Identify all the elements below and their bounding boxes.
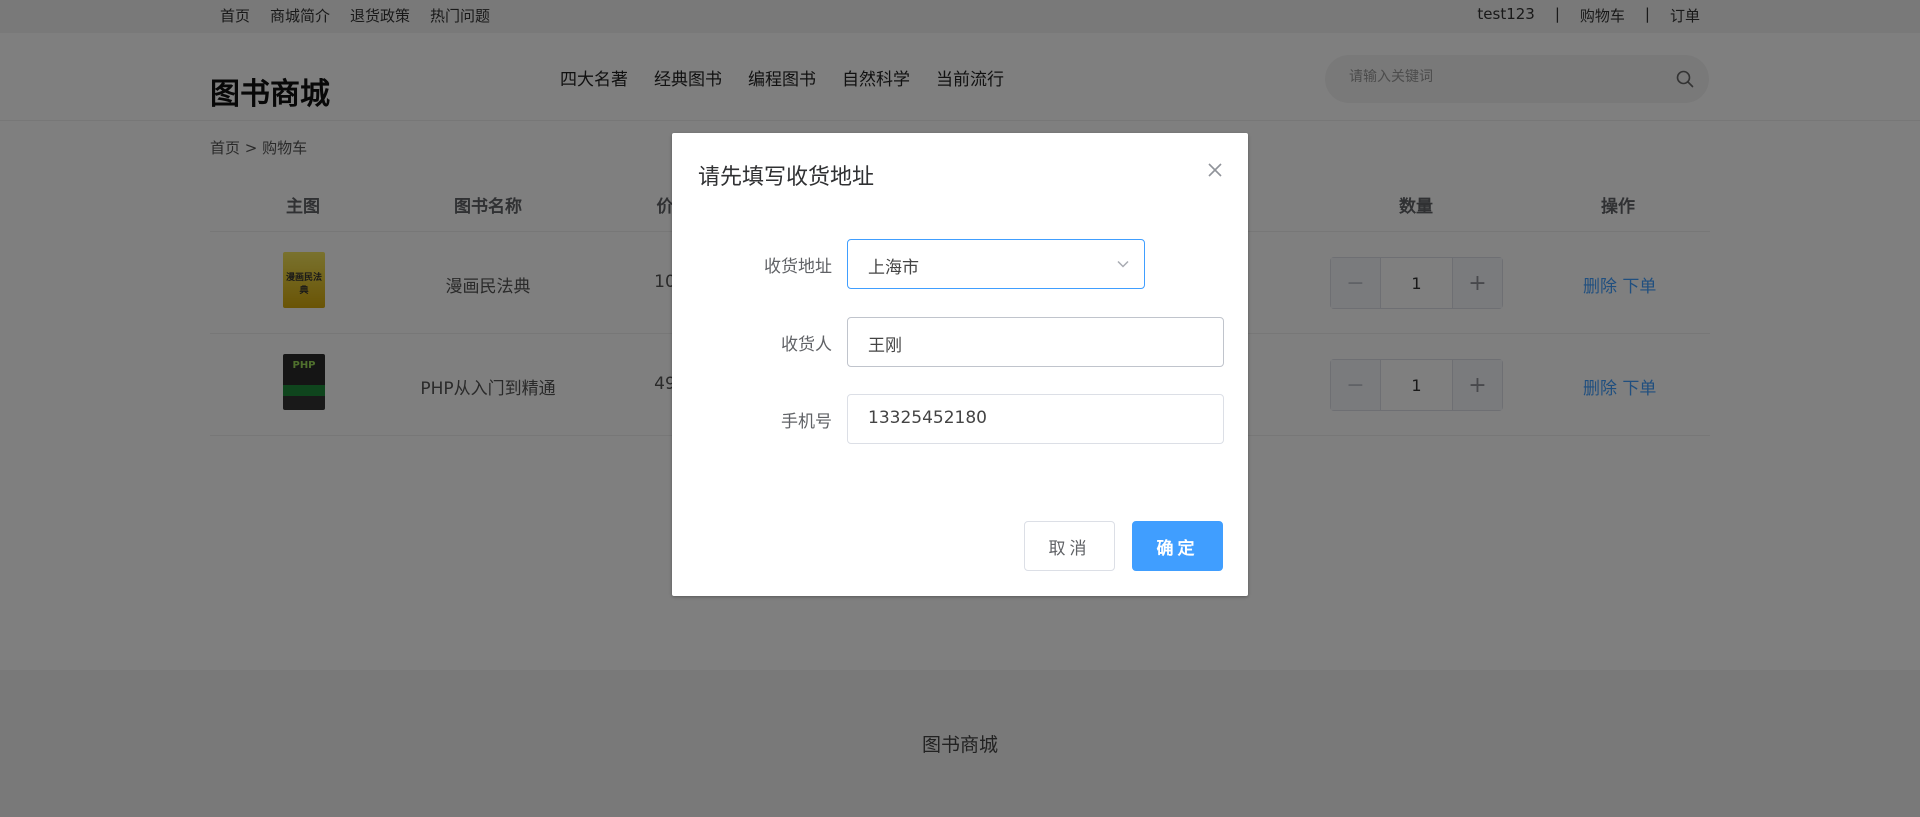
dialog-title: 请先填写收货地址: [698, 165, 875, 190]
address-value: 上海市: [868, 258, 919, 278]
address-row: 收货地址 上海市: [672, 239, 1248, 289]
receiver-label: 收货人: [781, 335, 832, 355]
address-dialog: 请先填写收货地址 收货地址 上海市 收货人 王刚 手机号 13325452180…: [672, 133, 1248, 596]
phone-field[interactable]: 13325452180: [847, 394, 1224, 444]
address-select[interactable]: 上海市: [847, 239, 1145, 289]
chevron-down-icon: [1117, 260, 1129, 268]
confirm-button[interactable]: 确定: [1132, 521, 1223, 571]
phone-row: 手机号 13325452180: [672, 394, 1248, 444]
address-label: 收货地址: [764, 257, 832, 277]
receiver-row: 收货人 王刚: [672, 317, 1248, 367]
close-icon[interactable]: [1206, 161, 1224, 179]
receiver-value: 王刚: [868, 336, 902, 356]
phone-value: 13325452180: [868, 408, 987, 428]
cancel-button[interactable]: 取消: [1024, 521, 1115, 571]
receiver-field[interactable]: 王刚: [847, 317, 1224, 367]
phone-label: 手机号: [781, 412, 832, 432]
